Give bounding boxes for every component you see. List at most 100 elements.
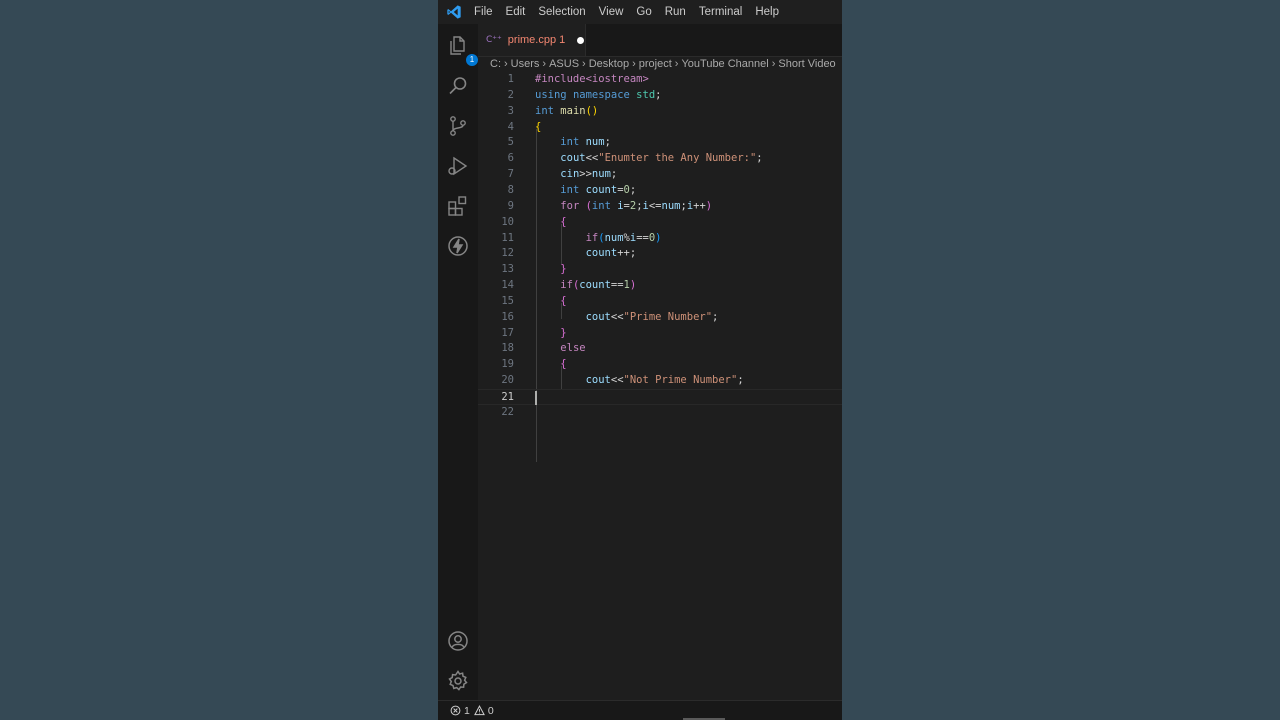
- code-text: {: [560, 294, 567, 307]
- chevron-right-icon: ›: [542, 58, 547, 70]
- warning-icon: [473, 705, 485, 716]
- breadcrumb: C: › Users › ASUS › Desktop › project › YouTu…: [490, 56, 842, 72]
- code-line[interactable]: 21: [478, 389, 842, 405]
- breadcrumb-drive[interactable]: C:: [490, 58, 501, 70]
- code-text: }: [560, 326, 567, 339]
- code-line[interactable]: 4{: [478, 120, 842, 136]
- code-line[interactable]: 10 {: [478, 215, 842, 231]
- code-line[interactable]: 19 {: [478, 357, 842, 373]
- code-line[interactable]: 13 }: [478, 262, 842, 278]
- menu-file[interactable]: File: [474, 6, 493, 18]
- warnings-status[interactable]: 0: [473, 704, 494, 717]
- thunder-client-icon[interactable]: [446, 234, 470, 258]
- code-line[interactable]: 11 if(num%i==0): [478, 231, 842, 247]
- code-line[interactable]: 16 cout<<"Prime Number";: [478, 310, 842, 326]
- line-number: 12: [501, 247, 514, 260]
- title-bar: File Edit Selection View Go Run Terminal…: [438, 0, 842, 24]
- code-line[interactable]: 2 using namespace std;: [478, 88, 842, 104]
- code-line[interactable]: 7 cin>>num;: [478, 167, 842, 183]
- code-text: if(num%i==0): [585, 231, 662, 244]
- code-text: {: [535, 120, 542, 133]
- breadcrumb-desktop[interactable]: Desktop: [589, 58, 629, 70]
- code-line[interactable]: 20 cout<<"Not Prime Number";: [478, 373, 842, 389]
- code-line[interactable]: 18 else: [478, 341, 842, 357]
- code-line[interactable]: 1 #include<iostream>: [478, 72, 842, 88]
- breadcrumb-users[interactable]: Users: [511, 58, 540, 70]
- extensions-icon[interactable]: [446, 194, 470, 218]
- source-control-icon[interactable]: [446, 114, 470, 138]
- line-number: 2: [507, 88, 514, 101]
- code-text: cout<<"Enumter the Any Number:";: [560, 152, 763, 165]
- line-number: 13: [501, 263, 514, 276]
- code-line[interactable]: 5 int num;: [478, 135, 842, 151]
- breadcrumb-youtube-channel[interactable]: YouTube Channel: [681, 58, 768, 70]
- unsaved-dot-icon[interactable]: [577, 36, 585, 44]
- chevron-right-icon: ›: [771, 58, 776, 70]
- code-text: cout<<"Not Prime Number";: [585, 374, 744, 387]
- menu-view[interactable]: View: [599, 6, 624, 18]
- search-icon[interactable]: [446, 74, 470, 98]
- accounts-icon[interactable]: [446, 629, 470, 653]
- line-number: 3: [507, 104, 514, 117]
- line-number: 19: [501, 358, 514, 371]
- code-line[interactable]: 22: [478, 405, 842, 421]
- menu-terminal[interactable]: Terminal: [699, 6, 742, 18]
- menu-go[interactable]: Go: [636, 6, 651, 18]
- line-number: 22: [501, 405, 514, 418]
- line-number: 7: [507, 168, 514, 181]
- editor-tabs: C⁺⁺ prime.cpp 1: [478, 24, 842, 57]
- code-line[interactable]: 9 for (int i=2;i<=num;i++): [478, 199, 842, 215]
- explorer-icon[interactable]: 1: [446, 34, 478, 66]
- line-number: 1: [507, 73, 514, 85]
- code-text: cout<<"Prime Number";: [585, 310, 719, 323]
- line-number: 15: [501, 294, 514, 307]
- code-line[interactable]: 12 count++;: [478, 246, 842, 262]
- breadcrumb-project[interactable]: project: [639, 58, 672, 70]
- line-number: 18: [501, 342, 514, 355]
- code-text: using namespace std;: [535, 88, 662, 101]
- code-text: cin>>num;: [560, 168, 618, 181]
- code-line[interactable]: 15 {: [478, 294, 842, 310]
- tab-filename: prime.cpp: [507, 34, 557, 46]
- code-text: else: [560, 342, 586, 355]
- background-left: [0, 0, 438, 720]
- menu-help[interactable]: Help: [755, 6, 779, 18]
- code-editor[interactable]: 1 #include<iostream> 2 using namespace std;…: [478, 72, 842, 700]
- cpp-file-icon: C⁺⁺: [486, 35, 502, 45]
- code-text: int main(): [535, 104, 599, 117]
- line-number: 10: [501, 215, 514, 228]
- code-text: {: [560, 358, 567, 371]
- tab-prime-cpp[interactable]: C⁺⁺ prime.cpp 1: [478, 24, 586, 56]
- menu-run[interactable]: Run: [665, 6, 686, 18]
- chevron-right-icon: ›: [632, 58, 636, 70]
- activity-bar: 1: [438, 24, 478, 700]
- line-number: 5: [507, 136, 514, 149]
- line-number: 9: [507, 199, 514, 212]
- menu-edit[interactable]: Edit: [506, 6, 526, 18]
- warning-count: 0: [487, 704, 494, 717]
- error-count: 1: [464, 704, 470, 717]
- chevron-right-icon: ›: [582, 58, 586, 70]
- code-line[interactable]: 14 if(count==1): [478, 278, 842, 294]
- tab-problem-count: 1: [559, 34, 566, 46]
- code-text: if(count==1): [560, 279, 637, 292]
- line-number: 4: [507, 120, 514, 133]
- menu-selection[interactable]: Selection: [538, 6, 585, 18]
- code-text: int count=0;: [560, 183, 637, 196]
- line-number: 14: [501, 279, 514, 292]
- chevron-right-icon: ›: [504, 58, 508, 70]
- breadcrumb-asus[interactable]: ASUS: [549, 58, 579, 70]
- code-line[interactable]: 8 int count=0;: [478, 183, 842, 199]
- run-debug-icon[interactable]: [446, 154, 470, 178]
- code-text: {: [560, 215, 567, 228]
- breadcrumb-short-video[interactable]: Short Video: [778, 58, 835, 70]
- line-number: 20: [501, 374, 514, 387]
- code-line[interactable]: 17 }: [478, 326, 842, 342]
- code-text: count++;: [585, 247, 637, 260]
- background-right: [842, 0, 1280, 720]
- settings-gear-icon[interactable]: [446, 669, 470, 693]
- problems-status[interactable]: 1: [450, 705, 470, 717]
- code-line[interactable]: 6 cout<<"Enumter the Any Number:";: [478, 151, 842, 167]
- code-line[interactable]: 3 int main(): [478, 104, 842, 120]
- code-text: #include<iostream>: [535, 73, 649, 85]
